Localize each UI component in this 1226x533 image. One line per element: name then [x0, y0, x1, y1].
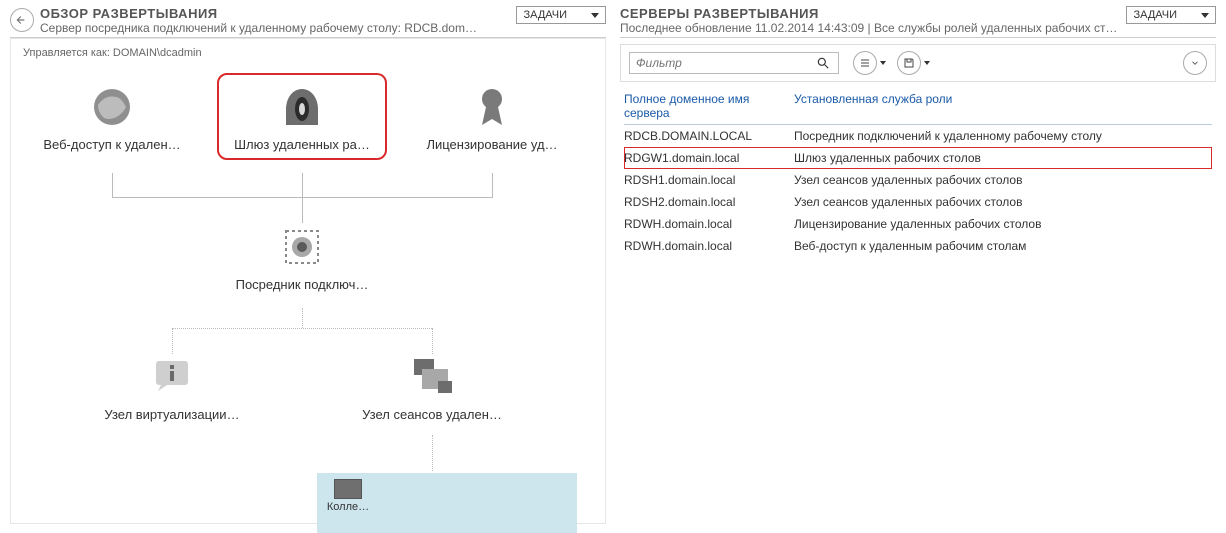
- tasks-label: ЗАДАЧИ: [523, 9, 567, 21]
- collection-item[interactable]: Колле…: [323, 479, 373, 513]
- node-label: Посредник подключ…: [217, 277, 387, 292]
- servers-table: Полное доменное имя сервера Установленна…: [620, 92, 1216, 257]
- chevron-down-icon: [591, 13, 599, 18]
- table-row[interactable]: RDWH.domain.localВеб-доступ к удаленным …: [624, 235, 1212, 257]
- collection-area[interactable]: Колле…: [317, 473, 577, 533]
- cell-role: Шлюз удаленных рабочих столов: [794, 151, 1212, 165]
- node-label: Узел сеансов удален…: [347, 407, 517, 422]
- node-virtualization[interactable]: Узел виртуализации…: [87, 353, 257, 422]
- servers-tasks-button[interactable]: ЗАДАЧИ: [1126, 6, 1216, 24]
- cell-server: RDWH.domain.local: [624, 217, 794, 231]
- search-icon[interactable]: [816, 56, 838, 70]
- connector: [432, 435, 433, 471]
- table-row[interactable]: RDWH.domain.localЛицензирование удаленны…: [624, 213, 1212, 235]
- cell-role: Веб-доступ к удаленным рабочим столам: [794, 239, 1212, 253]
- table-row[interactable]: RDGW1.domain.localШлюз удаленных рабочих…: [624, 147, 1212, 169]
- deployment-overview-panel: ОБЗОР РАЗВЕРТЫВАНИЯ Сервер посредника по…: [10, 6, 606, 524]
- node-licensing[interactable]: Лицензирование уд…: [407, 83, 577, 152]
- connector: [432, 328, 433, 354]
- badge-icon: [468, 83, 516, 131]
- connector: [172, 328, 173, 354]
- node-broker[interactable]: Посредник подключ…: [217, 223, 387, 292]
- col-server[interactable]: Полное доменное имя сервера: [624, 92, 794, 120]
- overview-tasks-button[interactable]: ЗАДАЧИ: [516, 6, 606, 24]
- session-host-icon: [408, 353, 456, 401]
- node-label: Веб-доступ к удален…: [27, 137, 197, 152]
- col-role[interactable]: Установленная служба роли: [794, 92, 1212, 120]
- filter-input[interactable]: [630, 56, 816, 70]
- overview-subtitle: Сервер посредника подключений к удаленно…: [40, 21, 480, 35]
- cell-server: RDSH1.domain.local: [624, 173, 794, 187]
- servers-title: СЕРВЕРЫ РАЗВЕРТЫВАНИЯ: [620, 6, 1120, 21]
- connector: [492, 173, 493, 197]
- table-row[interactable]: RDSH1.domain.localУзел сеансов удаленных…: [624, 169, 1212, 191]
- node-web-access[interactable]: Веб-доступ к удален…: [27, 83, 197, 152]
- table-row[interactable]: RDCB.DOMAIN.LOCALПосредник подключений к…: [624, 125, 1212, 147]
- connector: [302, 173, 303, 197]
- cell-server: RDCB.DOMAIN.LOCAL: [624, 129, 794, 143]
- chevron-down-icon: [880, 61, 886, 65]
- cell-role: Узел сеансов удаленных рабочих столов: [794, 195, 1212, 209]
- collection-icon: [334, 479, 362, 499]
- node-session-host[interactable]: Узел сеансов удален…: [347, 353, 517, 422]
- node-gateway[interactable]: Шлюз удаленных ра…: [217, 73, 387, 160]
- filter-toolbar: [620, 44, 1216, 82]
- gateway-icon: [278, 83, 326, 131]
- filter-box: [629, 52, 839, 74]
- chevron-down-icon: [924, 61, 930, 65]
- overview-body: Управляется как: DOMAIN\dcadmin Веб-дост…: [10, 38, 606, 524]
- list-options-button[interactable]: [853, 51, 877, 75]
- connector: [302, 197, 303, 223]
- cell-server: RDGW1.domain.local: [624, 151, 794, 165]
- connector: [302, 308, 303, 328]
- cell-role: Посредник подключений к удаленному рабоч…: [794, 129, 1212, 143]
- collection-label: Колле…: [327, 501, 369, 513]
- info-bubble-icon: [148, 353, 196, 401]
- cell-server: RDSH2.domain.local: [624, 195, 794, 209]
- table-row[interactable]: RDSH2.domain.localУзел сеансов удаленных…: [624, 191, 1212, 213]
- expand-button[interactable]: [1183, 51, 1207, 75]
- servers-subtitle: Последнее обновление 11.02.2014 14:43:09…: [620, 21, 1120, 35]
- overview-header: ОБЗОР РАЗВЕРТЫВАНИЯ Сервер посредника по…: [10, 6, 606, 38]
- connector: [172, 328, 432, 329]
- cell-server: RDWH.domain.local: [624, 239, 794, 253]
- globe-icon: [88, 83, 136, 131]
- connector: [112, 173, 113, 197]
- cell-role: Лицензирование удаленных рабочих столов: [794, 217, 1212, 231]
- table-header: Полное доменное имя сервера Установленна…: [624, 92, 1212, 125]
- servers-header: СЕРВЕРЫ РАЗВЕРТЫВАНИЯ Последнее обновлен…: [620, 6, 1216, 38]
- node-label: Узел виртуализации…: [87, 407, 257, 422]
- tasks-label: ЗАДАЧИ: [1133, 9, 1177, 21]
- cell-role: Узел сеансов удаленных рабочих столов: [794, 173, 1212, 187]
- save-options-button[interactable]: [897, 51, 921, 75]
- back-button[interactable]: [10, 8, 34, 32]
- managed-as-label: Управляется как: DOMAIN\dcadmin: [17, 43, 599, 63]
- broker-icon: [278, 223, 326, 271]
- deployment-topology: Веб-доступ к удален… Шлюз удаленных ра… …: [17, 63, 599, 503]
- node-label: Шлюз удаленных ра…: [225, 137, 379, 152]
- deployment-servers-panel: СЕРВЕРЫ РАЗВЕРТЫВАНИЯ Последнее обновлен…: [620, 6, 1216, 524]
- overview-title: ОБЗОР РАЗВЕРТЫВАНИЯ: [40, 6, 480, 21]
- chevron-down-icon: [1201, 13, 1209, 18]
- node-label: Лицензирование уд…: [407, 137, 577, 152]
